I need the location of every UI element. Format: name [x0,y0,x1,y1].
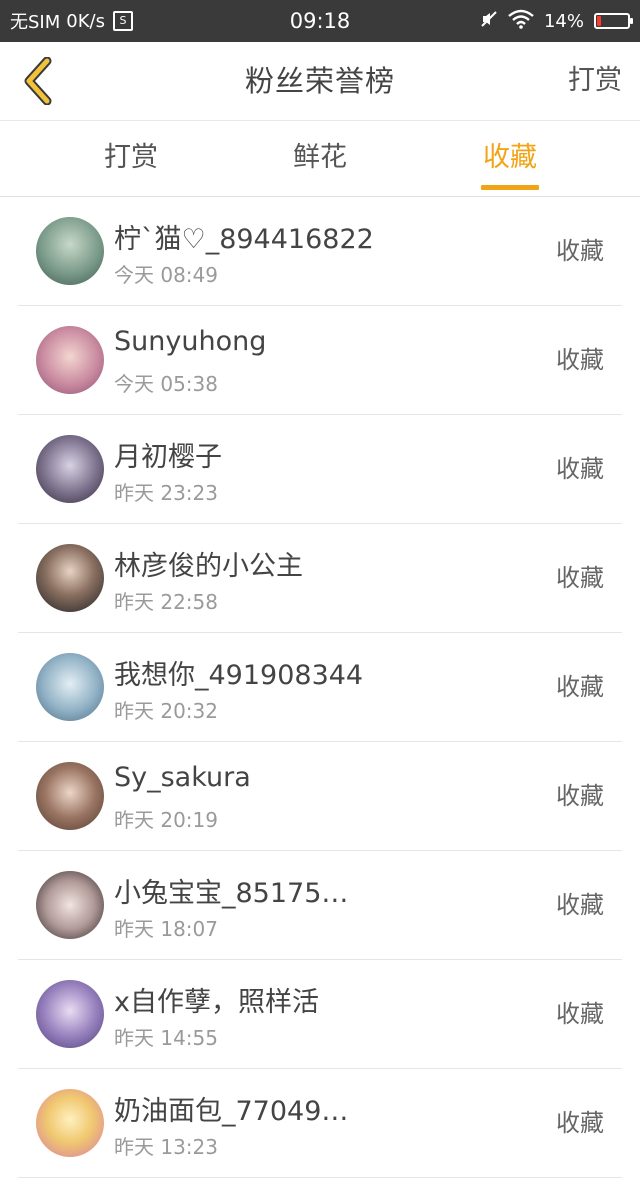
avatar[interactable] [36,435,104,503]
list-item[interactable]: Sunyuhong 今天 05:38 收藏 [18,306,622,415]
tab-bar: 打赏 鲜花 收藏 [0,121,640,197]
favorite-label: 收藏 [556,1000,604,1028]
favorite-label: 收藏 [556,891,604,919]
list-item[interactable]: x自作孽，照样活 昨天 14:55 收藏 [18,960,622,1069]
avatar[interactable] [36,326,104,394]
tab-reward[interactable]: 打赏 [51,121,211,196]
status-bar: 无SIM 0K/s S 09:18 14% [0,0,640,42]
avatar[interactable] [36,544,104,612]
favorite-label: 收藏 [556,237,604,265]
fan-time: 昨天 20:19 [114,808,218,832]
mute-icon [480,10,498,33]
favorite-label: 收藏 [556,564,604,592]
status-right: 14% [470,0,633,42]
active-tab-indicator [481,185,539,190]
favorite-label: 收藏 [556,673,604,701]
list-item[interactable]: 月初樱子 昨天 23:23 收藏 [18,415,622,524]
fan-name: 小兔宝宝_85175… [114,878,349,909]
fan-name: 月初樱子 [114,442,222,473]
favorite-label: 收藏 [556,346,604,374]
nav-header: 粉丝荣誉榜 打赏 [0,42,640,121]
chevron-left-icon [24,57,52,105]
wifi-icon [508,9,534,34]
fan-time: 昨天 20:32 [114,699,218,723]
avatar[interactable] [36,762,104,830]
fan-time: 昨天 18:07 [114,917,218,941]
fan-time: 昨天 13:23 [114,1135,218,1159]
fan-name: x自作孽，照样活 [114,987,319,1018]
avatar[interactable] [36,980,104,1048]
favorite-label: 收藏 [556,1109,604,1137]
fan-name: 柠`猫♡_894416822 [114,224,374,255]
favorite-label: 收藏 [556,782,604,810]
fan-name: Sunyuhong [114,326,267,357]
fan-name: 林彦俊的小公主 [114,551,303,582]
fan-time: 今天 05:38 [114,372,218,396]
list-item[interactable]: 奶油面包_77049… 昨天 13:23 收藏 [18,1069,622,1178]
fan-time: 今天 08:49 [114,263,218,287]
fan-list: 柠`猫♡_894416822 今天 08:49 收藏 Sunyuhong 今天 … [18,197,622,1178]
reward-button[interactable]: 打赏 [568,42,622,120]
avatar[interactable] [36,653,104,721]
avatar[interactable] [36,217,104,285]
fan-name: Sy_sakura [114,762,251,793]
avatar[interactable] [36,871,104,939]
fan-name: 奶油面包_77049… [114,1096,349,1127]
avatar[interactable] [36,1089,104,1157]
list-item[interactable]: 小兔宝宝_85175… 昨天 18:07 收藏 [18,851,622,960]
fan-name: 我想你_491908344 [114,660,364,691]
back-button[interactable] [14,56,64,106]
battery-percent: 14% [543,10,584,32]
battery-icon [594,13,633,29]
list-item[interactable]: 柠`猫♡_894416822 今天 08:49 收藏 [18,197,622,306]
list-item[interactable]: 我想你_491908344 昨天 20:32 收藏 [18,633,622,742]
fan-time: 昨天 22:58 [114,590,218,614]
fan-time: 昨天 23:23 [114,481,218,505]
fan-time: 昨天 14:55 [114,1026,218,1050]
list-item[interactable]: 林彦俊的小公主 昨天 22:58 收藏 [18,524,622,633]
list-item[interactable]: Sy_sakura 昨天 20:19 收藏 [18,742,622,851]
page-title: 粉丝荣誉榜 [244,64,395,98]
tab-flowers[interactable]: 鲜花 [240,121,400,196]
favorite-label: 收藏 [556,455,604,483]
